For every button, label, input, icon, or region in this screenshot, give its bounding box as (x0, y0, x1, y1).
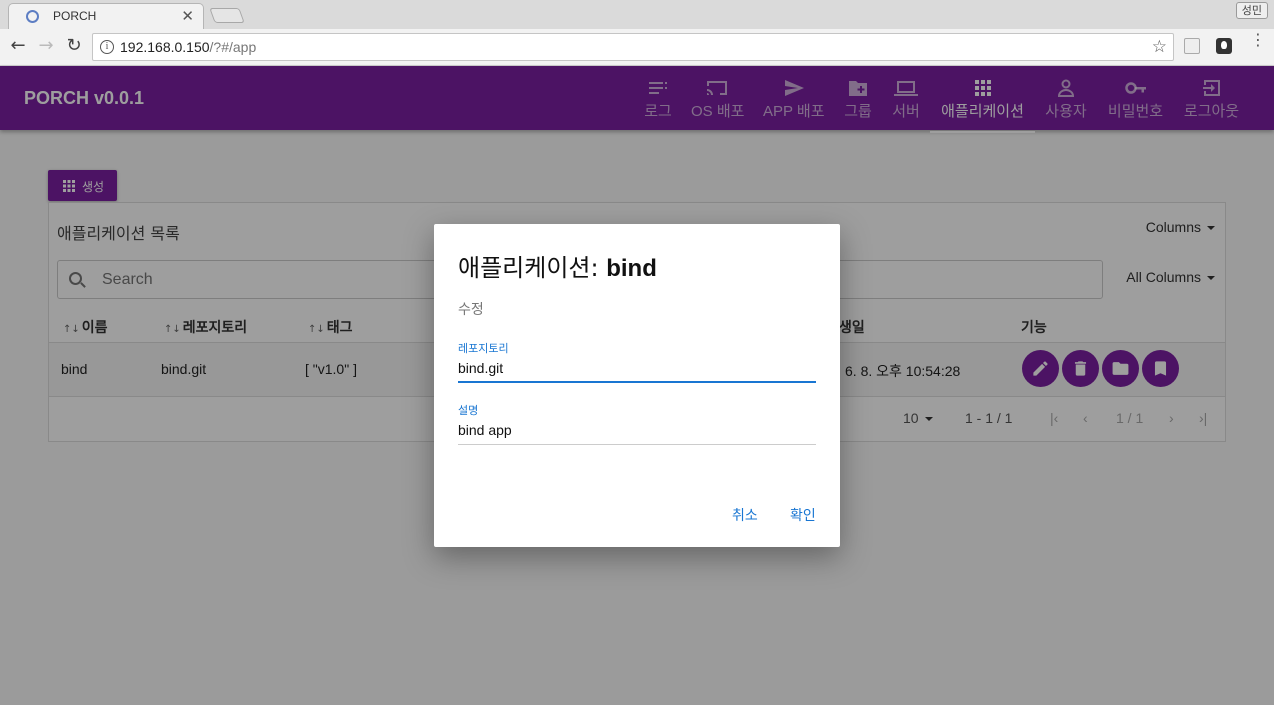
description-input[interactable] (458, 418, 816, 442)
confirm-button[interactable]: 확인 (790, 505, 816, 525)
dialog-subtitle: 수정 (458, 302, 484, 318)
new-tab-button[interactable] (209, 8, 245, 23)
back-icon[interactable]: ← (7, 35, 29, 56)
edit-application-dialog: 애플리케이션: bind 수정 레포지토리 설명 취소 확인 (434, 224, 840, 547)
address-bar[interactable]: i 192.168.0.150/?#/app ☆ (92, 33, 1174, 61)
site-info-icon[interactable]: i (100, 40, 114, 54)
profile-button[interactable]: 성민 (1235, 2, 1268, 19)
description-underline (458, 444, 816, 445)
browser-tabstrip: PORCH ✕ 성민 (0, 0, 1274, 29)
forward-icon[interactable]: → (35, 35, 57, 56)
repo-underline (458, 381, 816, 383)
cancel-button[interactable]: 취소 (732, 505, 758, 525)
extension-icon[interactable] (1216, 38, 1232, 54)
repo-field-label: 레포지토리 (458, 342, 509, 355)
tab-title: PORCH (53, 9, 97, 23)
bookmark-star-icon[interactable]: ☆ (1152, 37, 1167, 57)
browser-tab[interactable]: PORCH ✕ (8, 3, 204, 29)
tab-close-icon[interactable]: ✕ (181, 7, 194, 25)
dialog-title: 애플리케이션: bind (458, 254, 657, 282)
extension-icon[interactable] (1184, 38, 1200, 54)
repo-input[interactable] (458, 356, 816, 380)
browser-menu-icon[interactable]: ⋮ (1250, 32, 1266, 48)
reload-icon[interactable]: ↻ (63, 35, 85, 56)
favicon-icon (26, 10, 39, 23)
description-field-label: 설명 (458, 404, 479, 417)
url-text[interactable]: 192.168.0.150/?#/app (120, 39, 256, 55)
browser-toolbar: ← → ↻ i 192.168.0.150/?#/app ☆ ⋮ (0, 29, 1274, 66)
